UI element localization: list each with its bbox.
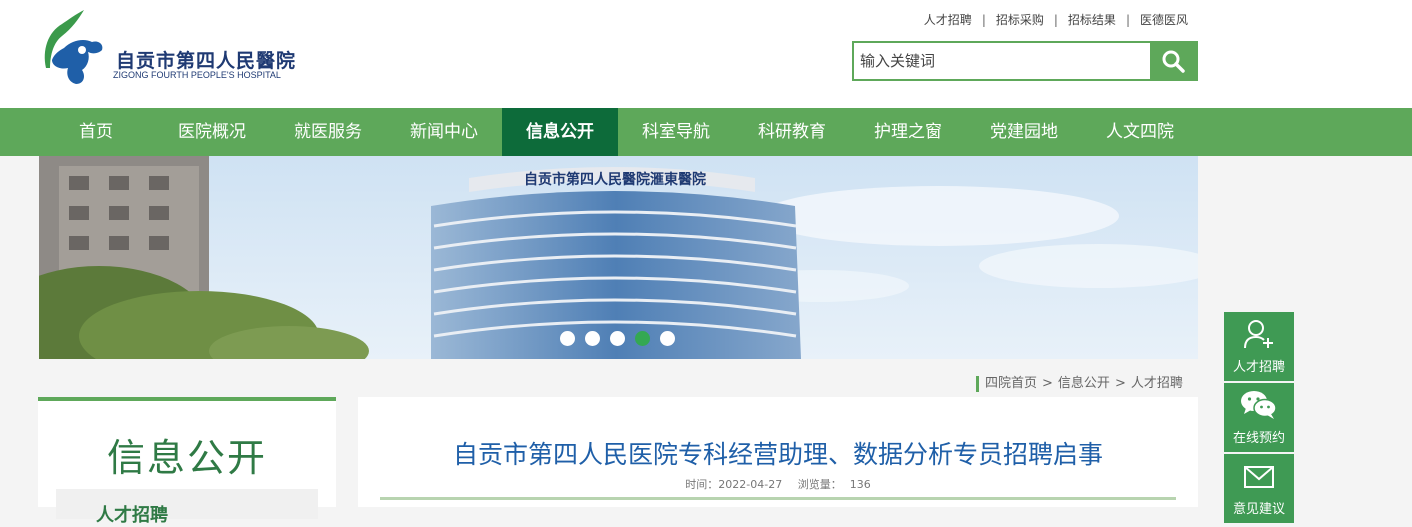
logo-emblem-icon <box>44 10 103 84</box>
top-link-bid-results[interactable]: 招标结果 <box>1068 11 1116 28</box>
hero-banner[interactable]: 自贡市第四人民醫院滙東醫院 <box>39 156 1198 359</box>
top-links: 人才招聘 | 招标采购 | 招标结果 | 医德医风 <box>924 11 1188 28</box>
float-feedback-button[interactable]: 意见建议 <box>1224 454 1294 523</box>
float-recruitment-label: 人才招聘 <box>1232 360 1285 375</box>
breadcrumb-recruitment[interactable]: 人才招聘 <box>1131 376 1183 391</box>
float-feedback-label: 意见建议 <box>1232 502 1285 517</box>
article-date-value: 2022-04-27 <box>718 478 783 491</box>
floating-quick-links: 人才招聘 在线预约 意见建议 <box>1224 312 1294 525</box>
top-link-medical-ethics[interactable]: 医德医风 <box>1140 11 1188 28</box>
nav-item-medical-services[interactable]: 就医服务 <box>270 108 386 156</box>
search-box <box>852 41 1198 81</box>
slider-dot-2[interactable] <box>585 331 600 346</box>
article-views-value: 136 <box>849 478 871 491</box>
breadcrumb-info-disclosure[interactable]: 信息公开 <box>1058 376 1110 391</box>
breadcrumb-home[interactable]: 四院首页 <box>985 376 1037 391</box>
breadcrumb-separator: > <box>1114 376 1126 391</box>
site-header: 自贡市第四人民醫院 ZIGONG FOURTH PEOPLE'S HOSPITA… <box>0 0 1412 108</box>
nav-item-culture[interactable]: 人文四院 <box>1082 108 1198 156</box>
logo-english-name: ZIGONG FOURTH PEOPLE'S HOSPITAL <box>113 70 281 80</box>
float-appointment-button[interactable]: 在线预约 <box>1224 383 1294 452</box>
logo-chinese-name: 自贡市第四人民醫院 <box>116 50 297 72</box>
slider-dot-4[interactable] <box>635 331 650 346</box>
nav-item-party-building[interactable]: 党建园地 <box>966 108 1082 156</box>
main-nav: 首页 医院概况 就医服务 新闻中心 信息公开 科室导航 科研教育 护理之窗 党建… <box>0 108 1412 156</box>
article-date: 时间：2022-04-27 <box>685 478 782 491</box>
search-icon <box>1162 50 1185 73</box>
breadcrumb: 四院首页 > 信息公开 > 人才招聘 <box>976 376 1183 392</box>
sidebar: 信息公开 人才招聘 <box>38 397 336 526</box>
slider-dot-3[interactable] <box>610 331 625 346</box>
building-sign-text: 自贡市第四人民醫院滙東醫院 <box>524 171 706 188</box>
article-panel: 自贡市第四人民医院专科经营助理、数据分析专员招聘启事 时间：2022-04-27… <box>358 397 1198 507</box>
float-recruitment-button[interactable]: 人才招聘 <box>1224 312 1294 381</box>
slider-dot-1[interactable] <box>560 331 575 346</box>
article-views: 浏览量： 136 <box>798 478 871 491</box>
hospital-building-image: 自贡市第四人民醫院滙東醫院 <box>39 156 1198 359</box>
article-divider <box>380 497 1176 500</box>
top-link-recruitment[interactable]: 人才招聘 <box>924 11 972 28</box>
article-meta: 时间：2022-04-27 浏览量： 136 <box>358 476 1198 492</box>
article-views-label: 浏览量： <box>797 478 842 491</box>
top-link-procurement[interactable]: 招标采购 <box>996 11 1044 28</box>
nav-item-departments[interactable]: 科室导航 <box>618 108 734 156</box>
nav-item-home[interactable]: 首页 <box>56 108 136 156</box>
article-date-label: 时间： <box>685 478 719 491</box>
nav-item-info-disclosure[interactable]: 信息公开 <box>502 108 618 156</box>
hospital-logo[interactable]: 自贡市第四人民醫院 ZIGONG FOURTH PEOPLE'S HOSPITA… <box>38 10 295 86</box>
search-button[interactable] <box>1150 43 1196 79</box>
wechat-icon <box>1241 391 1277 419</box>
slider-dots <box>560 331 675 346</box>
top-link-separator: | <box>1053 12 1058 27</box>
nav-item-overview[interactable]: 医院概况 <box>154 108 270 156</box>
nav-item-nursing[interactable]: 护理之窗 <box>850 108 966 156</box>
breadcrumb-separator: > <box>1042 376 1053 391</box>
float-appointment-label: 在线预约 <box>1232 431 1285 446</box>
article-title: 自贡市第四人民医院专科经营助理、数据分析专员招聘启事 <box>452 440 1103 469</box>
slider-dot-5[interactable] <box>660 331 675 346</box>
nav-item-research-education[interactable]: 科研教育 <box>734 108 850 156</box>
top-link-separator: | <box>981 12 986 27</box>
search-input[interactable] <box>854 43 1150 79</box>
nav-item-news[interactable]: 新闻中心 <box>386 108 502 156</box>
sidebar-title: 信息公开 <box>106 436 267 480</box>
sidebar-item-recruitment[interactable]: 人才招聘 <box>56 489 318 526</box>
user-add-icon <box>1244 320 1273 349</box>
envelope-icon <box>1244 466 1274 488</box>
top-link-separator: | <box>1125 12 1130 27</box>
sidebar-item-label: 人才招聘 <box>96 505 168 526</box>
